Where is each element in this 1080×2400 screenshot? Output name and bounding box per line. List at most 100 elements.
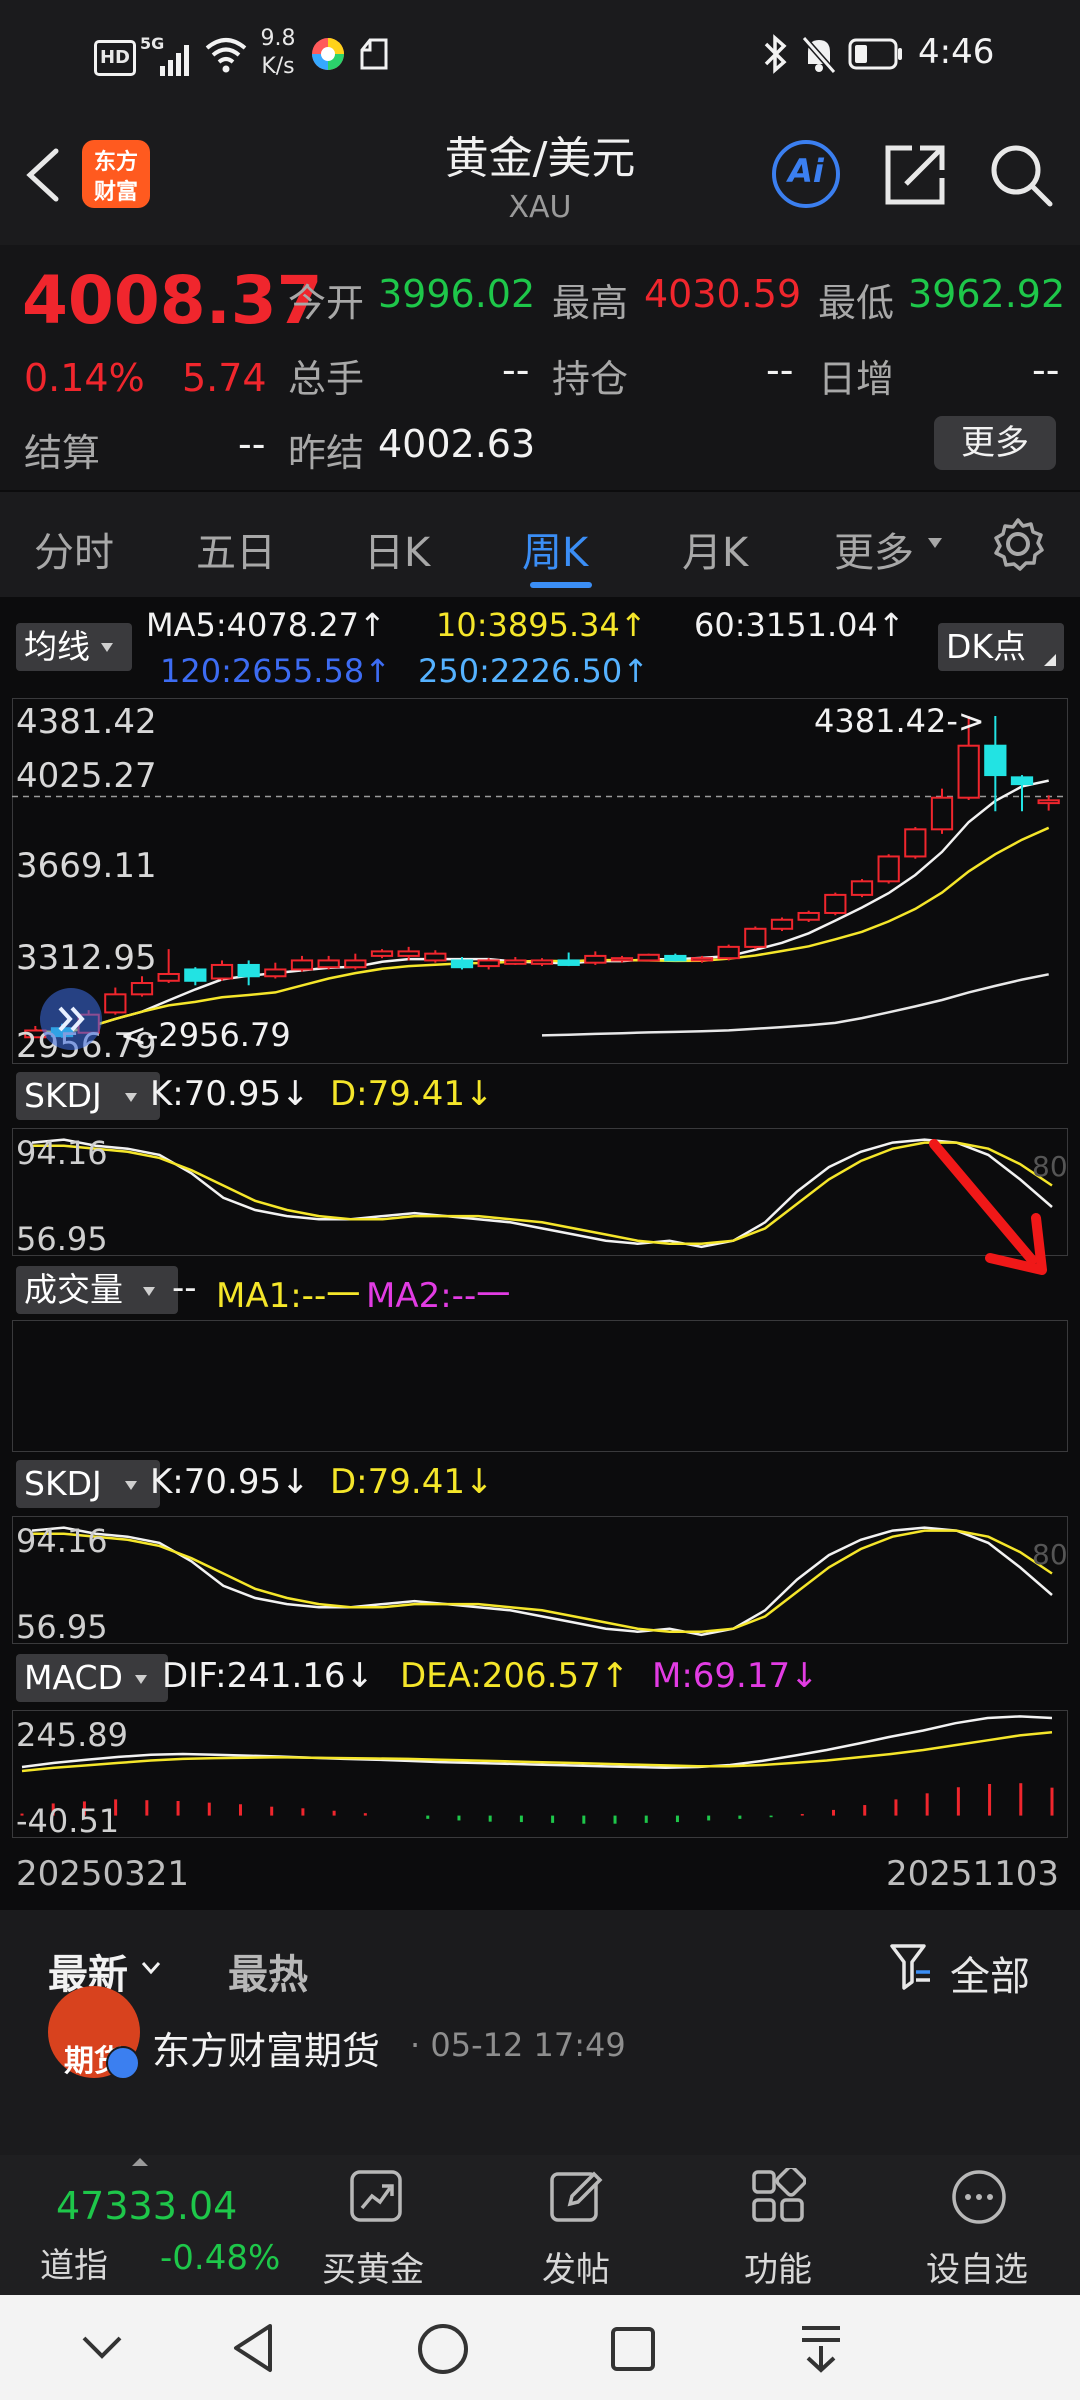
system-nav-bar xyxy=(0,2295,1080,2400)
max-price-marker: 4381.42-> xyxy=(814,702,985,740)
index-value[interactable]: 47333.04 xyxy=(56,2184,237,2228)
candle-body xyxy=(344,959,367,969)
skdj2-y-top: 94.16 xyxy=(16,1522,108,1560)
brand-logo-text-1: 东方 xyxy=(93,150,138,175)
mute-bell-icon xyxy=(801,36,837,74)
candle-body xyxy=(637,953,660,962)
more-quote-button[interactable]: 更多 xyxy=(934,416,1056,470)
skdj2-k-value: K:70.95↓ xyxy=(150,1462,310,1502)
skdj-k-line xyxy=(31,1138,1053,1249)
back-arrow-icon[interactable] xyxy=(20,145,64,205)
gear-icon[interactable] xyxy=(990,516,1046,572)
skdj1-k-value: K:70.95↓ xyxy=(150,1074,310,1114)
macd-dif-value: DIF:241.16↓ xyxy=(162,1656,375,1696)
buy-gold-icon[interactable] xyxy=(348,2168,404,2224)
skdj-selector-1[interactable]: SKDJ xyxy=(16,1072,160,1120)
filter-icon[interactable] xyxy=(888,1942,932,1992)
ma-selector[interactable]: 均线 xyxy=(16,623,132,671)
red-annotation-arrow xyxy=(929,1139,1047,1275)
add-watchlist-icon[interactable] xyxy=(950,2168,1008,2226)
volume-ma2: MA2:--一 xyxy=(366,1276,511,1316)
nav-home-icon[interactable] xyxy=(416,2322,470,2376)
candlestick-chart xyxy=(12,716,1066,1039)
clock: 4:46 xyxy=(918,32,995,72)
chevron-down-icon xyxy=(141,1962,161,1975)
functions-label[interactable]: 功能 xyxy=(744,2242,812,2291)
post-time: · 05-12 17:49 xyxy=(410,2026,626,2064)
page-title: 黄金/美元 xyxy=(444,133,636,184)
change-percent: 0.14% xyxy=(24,356,145,400)
candle-body xyxy=(1010,776,1034,786)
candle-body xyxy=(290,959,314,971)
post-author[interactable]: 东方财富期货 xyxy=(152,2020,380,2075)
page-subtitle: XAU xyxy=(508,190,572,225)
candle-body xyxy=(744,927,767,948)
tab-five-day[interactable]: 五日 xyxy=(196,520,276,578)
y-axis-mid-label: 3669.11 xyxy=(16,846,157,886)
candle-body xyxy=(104,993,127,1014)
skdj2-y-bottom: 56.95 xyxy=(16,1608,108,1646)
skdj-k-line xyxy=(31,1526,1053,1637)
tab-weekly-k[interactable]: 周K xyxy=(522,520,588,578)
date-start: 20250321 xyxy=(16,1854,190,1894)
candle-body xyxy=(984,744,1007,777)
buy-gold-label[interactable]: 买黄金 xyxy=(322,2242,424,2291)
nav-hide-icon[interactable] xyxy=(78,2328,126,2368)
wifi-icon xyxy=(205,38,247,73)
high-label: 最高 xyxy=(552,281,629,325)
functions-grid-icon[interactable] xyxy=(750,2168,806,2224)
candle-body xyxy=(397,950,420,957)
compose-post-label[interactable]: 发帖 xyxy=(542,2242,610,2291)
search-icon[interactable] xyxy=(988,142,1054,208)
candle-body xyxy=(557,959,580,966)
candle-body xyxy=(264,968,287,978)
macd-chart xyxy=(20,1715,1054,1824)
ma5-value: MA5:4078.27↑ xyxy=(146,606,386,644)
index-caret-icon xyxy=(132,2158,148,2166)
candle-body xyxy=(824,893,847,914)
skdj2-ref-label: 80 xyxy=(1032,1538,1068,1571)
skdj1-y-top: 94.16 xyxy=(16,1134,108,1172)
position-value: -- xyxy=(766,348,794,392)
add-watchlist-label[interactable]: 设自选 xyxy=(926,2242,1028,2291)
filter-label[interactable]: 全部 xyxy=(950,1944,1030,2002)
nav-back-icon[interactable] xyxy=(228,2320,278,2376)
feed-tab-hot[interactable]: 最热 xyxy=(228,1942,308,2000)
tab-daily-k[interactable]: 日K xyxy=(364,520,430,578)
ma250-value: 250:2226.50↑ xyxy=(418,652,649,690)
hd-badge: HD xyxy=(94,40,136,76)
skdj-selector-2[interactable]: SKDJ xyxy=(16,1460,160,1508)
candle-body xyxy=(957,744,980,799)
brand-logo-text-2: 财富 xyxy=(93,180,138,205)
high-value: 4030.59 xyxy=(644,272,802,316)
candle-body xyxy=(210,963,234,980)
open-value: 3996.02 xyxy=(378,272,536,316)
date-end: 20251103 xyxy=(886,1854,1060,1894)
nav-notification-pulldown-icon[interactable] xyxy=(796,2322,846,2376)
candle-body xyxy=(877,855,900,883)
prev-settle-label: 昨结 xyxy=(288,431,365,475)
volume-value: -- xyxy=(502,348,530,392)
low-value: 3962.92 xyxy=(908,272,1066,316)
skdj1-y-bottom: 56.95 xyxy=(16,1220,108,1258)
candle-body xyxy=(770,918,794,930)
candle-body xyxy=(610,957,634,962)
active-tab-indicator xyxy=(530,582,592,588)
open-label: 今开 xyxy=(288,281,365,325)
ma120-value: 120:2655.58↑ xyxy=(160,652,391,690)
tab-monthly-k[interactable]: 月K xyxy=(682,520,748,578)
tab-more[interactable]: 更多 xyxy=(834,520,914,578)
low-label: 最低 xyxy=(818,281,895,325)
candle-body xyxy=(584,954,607,964)
macd-caret-icon xyxy=(135,1675,147,1684)
tab-intraday[interactable]: 分时 xyxy=(34,520,114,578)
nav-recents-icon[interactable] xyxy=(608,2324,658,2374)
compose-post-icon[interactable] xyxy=(548,2168,604,2224)
y-axis-low-label: 3312.95 xyxy=(16,938,157,978)
ma5-line xyxy=(35,779,1049,1035)
app-color-icon xyxy=(312,38,344,70)
caret-down-icon xyxy=(928,538,942,548)
candle-body xyxy=(184,968,207,982)
skdj-chart-2 xyxy=(31,1526,1053,1637)
share-icon[interactable] xyxy=(882,142,948,208)
